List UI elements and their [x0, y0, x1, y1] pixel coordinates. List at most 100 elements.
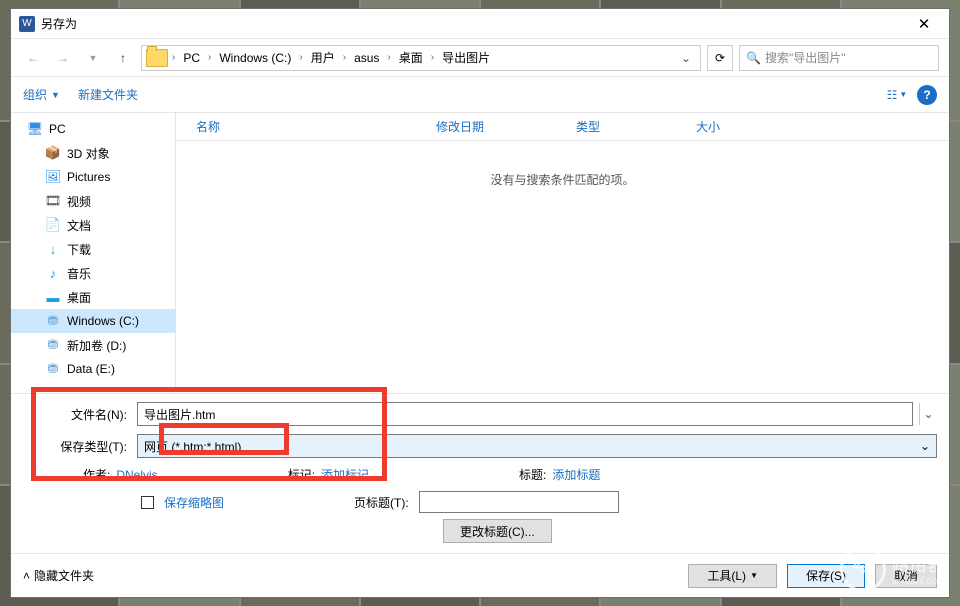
tree-icon: 📦: [45, 145, 61, 161]
hide-folders-toggle[interactable]: ˄ 隐藏文件夹: [23, 567, 94, 584]
crumb-c[interactable]: Windows (C:): [215, 51, 295, 65]
word-icon: W: [19, 16, 35, 32]
chevron-down-icon: ⌄: [920, 439, 930, 453]
folder-tree[interactable]: 🖥 PC 📦3D 对象 🖼 Pictures 🎞 视频 📄 文档 ↓ 下载 ♪ 音乐 ▬ 桌面 ⛃ Window…: [11, 113, 176, 393]
crumb-export[interactable]: 导出图片: [438, 49, 494, 66]
chevron-right-icon: ›: [429, 52, 436, 63]
author-value[interactable]: DNelvis: [116, 468, 157, 482]
tree-icon: ⛃: [45, 313, 61, 329]
close-button[interactable]: ✕: [901, 9, 947, 39]
tree-item--[interactable]: ▬ 桌面: [11, 285, 175, 309]
hide-folders-label: 隐藏文件夹: [34, 567, 94, 584]
column-type[interactable]: 类型: [576, 118, 696, 135]
dialog-footer: ˄ 隐藏文件夹 工具(L)▼ 保存(S) 取消: [11, 553, 949, 597]
titlemeta-value[interactable]: 添加标题: [552, 466, 600, 483]
tree-label: Pictures: [67, 170, 110, 184]
help-button[interactable]: ?: [917, 85, 937, 105]
tree-icon: ⛃: [45, 361, 61, 377]
refresh-button[interactable]: ⟳: [707, 45, 733, 71]
tree-label: PC: [49, 122, 66, 136]
column-size[interactable]: 大小: [696, 118, 796, 135]
chevron-right-icon: ›: [385, 52, 392, 63]
tree-label: 新加卷 (D:): [67, 337, 126, 354]
pagetitle-input[interactable]: [419, 491, 619, 513]
tree-icon: 📄: [45, 217, 61, 233]
chevron-right-icon: ›: [297, 52, 304, 63]
tree-item--[interactable]: 🎞 视频: [11, 189, 175, 213]
tree-icon: ⛃: [45, 337, 61, 353]
organize-menu[interactable]: 组织: [23, 86, 47, 103]
chevron-right-icon: ›: [206, 52, 213, 63]
pane-resizer[interactable]: [173, 113, 179, 393]
column-name[interactable]: 名称: [196, 118, 436, 135]
save-thumbnail-checkbox[interactable]: [141, 496, 154, 509]
recent-dropdown-icon[interactable]: ▼: [81, 46, 105, 70]
up-button[interactable]: ↑: [111, 46, 135, 70]
filetype-select[interactable]: 网页 (*.htm;*.html) ⌄: [137, 434, 937, 458]
chevron-up-icon: ˄: [23, 569, 30, 583]
tree-label: 文档: [67, 217, 91, 234]
save-options: 文件名(N): ⌄ 保存类型(T): 网页 (*.htm;*.html) ⌄ 作…: [11, 393, 949, 553]
column-headers: 名称 修改日期 类型 大小: [176, 113, 949, 141]
tree-item-windows-c-[interactable]: ⛃ Windows (C:): [11, 309, 175, 333]
change-title-button[interactable]: 更改标题(C)...: [443, 519, 552, 543]
window-title: 另存为: [41, 15, 901, 32]
crumb-desktop[interactable]: 桌面: [395, 49, 427, 66]
filename-history-dropdown[interactable]: ⌄: [919, 403, 937, 425]
tags-label: 标记:: [288, 466, 315, 483]
back-button[interactable]: ←: [21, 46, 45, 70]
address-bar: ← → ▼ ↑ › PC › Windows (C:) › 用户 › asus …: [11, 39, 949, 77]
tree-item-pictures[interactable]: 🖼 Pictures: [11, 165, 175, 189]
tree-item--[interactable]: ↓ 下载: [11, 237, 175, 261]
titlemeta-label: 标题:: [519, 466, 546, 483]
breadcrumb[interactable]: › PC › Windows (C:) › 用户 › asus › 桌面 › 导…: [141, 45, 701, 71]
tree-label: 桌面: [67, 289, 91, 306]
watermark-icon: [840, 546, 886, 592]
tools-menu-button[interactable]: 工具(L)▼: [688, 564, 777, 588]
tree-item-3d-[interactable]: 📦3D 对象: [11, 141, 175, 165]
author-label: 作者:: [83, 466, 110, 483]
tree-icon: ▬: [45, 289, 61, 305]
empty-message: 没有与搜索条件匹配的项。: [176, 141, 949, 218]
search-icon: 🔍: [746, 51, 761, 65]
view-options-button[interactable]: ☷ ▼: [885, 84, 909, 106]
crumb-asus[interactable]: asus: [350, 51, 383, 65]
search-input[interactable]: 🔍 搜索"导出图片": [739, 45, 939, 71]
tree-icon: 🎞: [45, 193, 61, 209]
tree-item-data-e-[interactable]: ⛃ Data (E:): [11, 357, 175, 381]
breadcrumb-dropdown-icon[interactable]: ⌄: [676, 51, 696, 65]
new-folder-button[interactable]: 新建文件夹: [78, 86, 138, 103]
filename-input[interactable]: [137, 402, 913, 426]
crumb-pc[interactable]: PC: [179, 51, 204, 65]
tree-label: 视频: [67, 193, 91, 210]
file-list-area: 名称 修改日期 类型 大小 没有与搜索条件匹配的项。: [176, 113, 949, 393]
tree-label: 音乐: [67, 265, 91, 282]
tree-label: Windows (C:): [67, 314, 139, 328]
tree-item--[interactable]: ♪ 音乐: [11, 261, 175, 285]
tags-value[interactable]: 添加标记: [321, 466, 369, 483]
tree-label: Data (E:): [67, 362, 115, 376]
tree-icon: 🖼: [45, 169, 61, 185]
tree-icon: ↓: [45, 241, 61, 257]
chevron-right-icon: ›: [170, 52, 177, 63]
save-thumbnail-label[interactable]: 保存缩略图: [164, 494, 224, 511]
watermark: 路由器 luyouqi.com: [840, 546, 946, 592]
forward-button[interactable]: →: [51, 46, 75, 70]
titlebar: W 另存为 ✕: [11, 9, 949, 39]
save-as-dialog: W 另存为 ✕ ← → ▼ ↑ › PC › Windows (C:) › 用户…: [10, 8, 950, 598]
toolbar: 组织▼ 新建文件夹 ☷ ▼ ?: [11, 77, 949, 113]
watermark-sub: luyouqi.com: [892, 576, 946, 587]
column-date[interactable]: 修改日期: [436, 118, 576, 135]
filetype-value: 网页 (*.htm;*.html): [144, 438, 241, 455]
watermark-brand: 路由器: [892, 551, 946, 576]
filetype-label: 保存类型(T):: [23, 438, 131, 455]
tree-item--d-[interactable]: ⛃ 新加卷 (D:): [11, 333, 175, 357]
tree-item-pc[interactable]: 🖥 PC: [11, 117, 175, 141]
tree-item--[interactable]: 📄 文档: [11, 213, 175, 237]
crumb-users[interactable]: 用户: [307, 49, 339, 66]
filename-label: 文件名(N):: [23, 406, 131, 423]
search-placeholder: 搜索"导出图片": [765, 49, 846, 66]
tree-icon: 🖥: [27, 121, 43, 137]
tree-label: 下载: [67, 241, 91, 258]
tree-icon: ♪: [45, 265, 61, 281]
